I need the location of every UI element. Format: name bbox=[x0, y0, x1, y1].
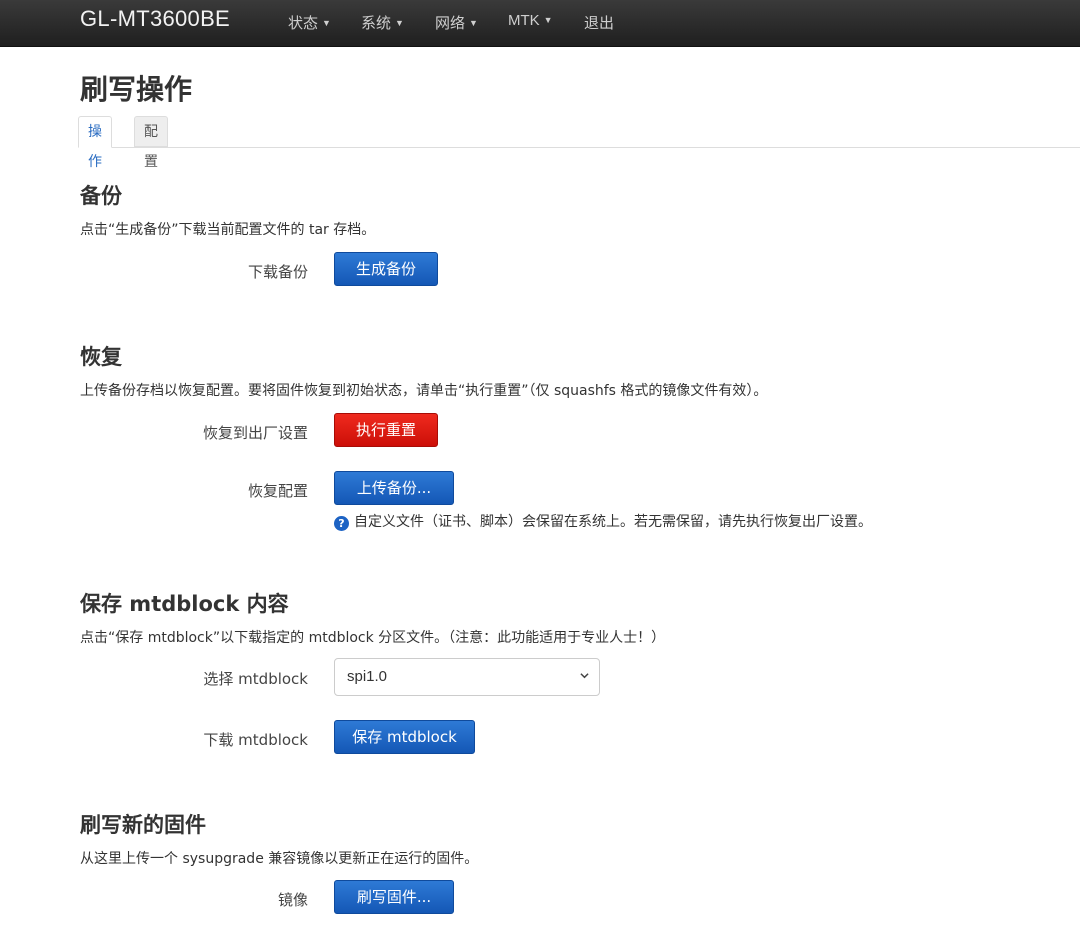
perform-reset-button[interactable]: 执行重置 bbox=[334, 413, 438, 447]
download-mtdblock-label: 下载 mtdblock bbox=[203, 731, 308, 749]
flash-firmware-button[interactable]: 刷写固件... bbox=[334, 880, 454, 914]
caret-down-icon: ▼ bbox=[469, 18, 478, 28]
tab-actions[interactable]: 操作 bbox=[78, 116, 112, 170]
brand-title[interactable]: GL-MT3600BE bbox=[80, 6, 230, 32]
backup-description: 点击“生成备份”下载当前配置文件的 tar 存档。 bbox=[80, 222, 376, 238]
mtdblock-description: 点击“保存 mtdblock”以下载指定的 mtdblock 分区文件。（注意：… bbox=[80, 630, 666, 646]
restore-config-label: 恢复配置 bbox=[247, 482, 308, 500]
nav-menu-system[interactable]: 系统 ▼ bbox=[361, 12, 404, 33]
backup-section-title: 备份 bbox=[80, 184, 122, 208]
firmware-description: 从这里上传一个 sysupgrade 兼容镜像以更新正在运行的固件。 bbox=[80, 851, 479, 867]
top-navbar: GL-MT3600BE 状态 ▼ 系统 ▼ 网络 ▼ MTK ▼ 退出 bbox=[0, 0, 1080, 47]
tab-configuration[interactable]: 配置 bbox=[134, 116, 168, 170]
factory-reset-label: 恢复到出厂设置 bbox=[202, 424, 308, 442]
firmware-section-title: 刷写新的固件 bbox=[80, 813, 206, 837]
caret-down-icon: ▼ bbox=[395, 18, 404, 28]
nav-menu-mtk[interactable]: MTK ▼ bbox=[508, 12, 553, 29]
restore-help-text: ? 自定义文件（证书、脚本）会保留在系统上。若无需保留，请先执行恢复出厂设置。 bbox=[334, 511, 872, 531]
page-title: 刷写操作 bbox=[80, 73, 193, 106]
download-backup-label: 下载备份 bbox=[247, 263, 308, 281]
save-mtdblock-button[interactable]: 保存 mtdblock bbox=[334, 720, 475, 754]
nav-logout[interactable]: 退出 bbox=[584, 12, 614, 33]
nav-menu-status[interactable]: 状态 ▼ bbox=[288, 12, 331, 33]
chevron-down-icon bbox=[580, 673, 589, 679]
generate-backup-button[interactable]: 生成备份 bbox=[334, 252, 438, 286]
help-question-icon: ? bbox=[334, 516, 349, 531]
caret-down-icon: ▼ bbox=[322, 18, 331, 28]
restore-section-title: 恢复 bbox=[80, 345, 122, 369]
restore-help-message: 自定义文件（证书、脚本）会保留在系统上。若无需保留，请先执行恢复出厂设置。 bbox=[354, 514, 872, 530]
nav-menu-mtk-label: MTK bbox=[508, 12, 540, 29]
mtdblock-section-title: 保存 mtdblock 内容 bbox=[80, 592, 289, 616]
mtdblock-select-value: spi1.0 bbox=[347, 668, 388, 685]
restore-description: 上传备份存档以恢复配置。要将固件恢复到初始状态，请单击“执行重置”（仅 squa… bbox=[80, 383, 768, 399]
nav-menu-system-label: 系统 bbox=[361, 15, 392, 32]
nav-menu-network-label: 网络 bbox=[435, 15, 466, 32]
nav-menu-network[interactable]: 网络 ▼ bbox=[435, 12, 478, 33]
mtdblock-select[interactable]: spi1.0 bbox=[334, 658, 600, 696]
tab-divider bbox=[78, 147, 1080, 148]
select-mtdblock-label: 选择 mtdblock bbox=[203, 670, 308, 688]
upload-backup-button[interactable]: 上传备份... bbox=[334, 471, 454, 505]
caret-down-icon: ▼ bbox=[543, 15, 553, 25]
image-label: 镜像 bbox=[277, 891, 308, 909]
nav-menu-status-label: 状态 bbox=[288, 15, 319, 32]
